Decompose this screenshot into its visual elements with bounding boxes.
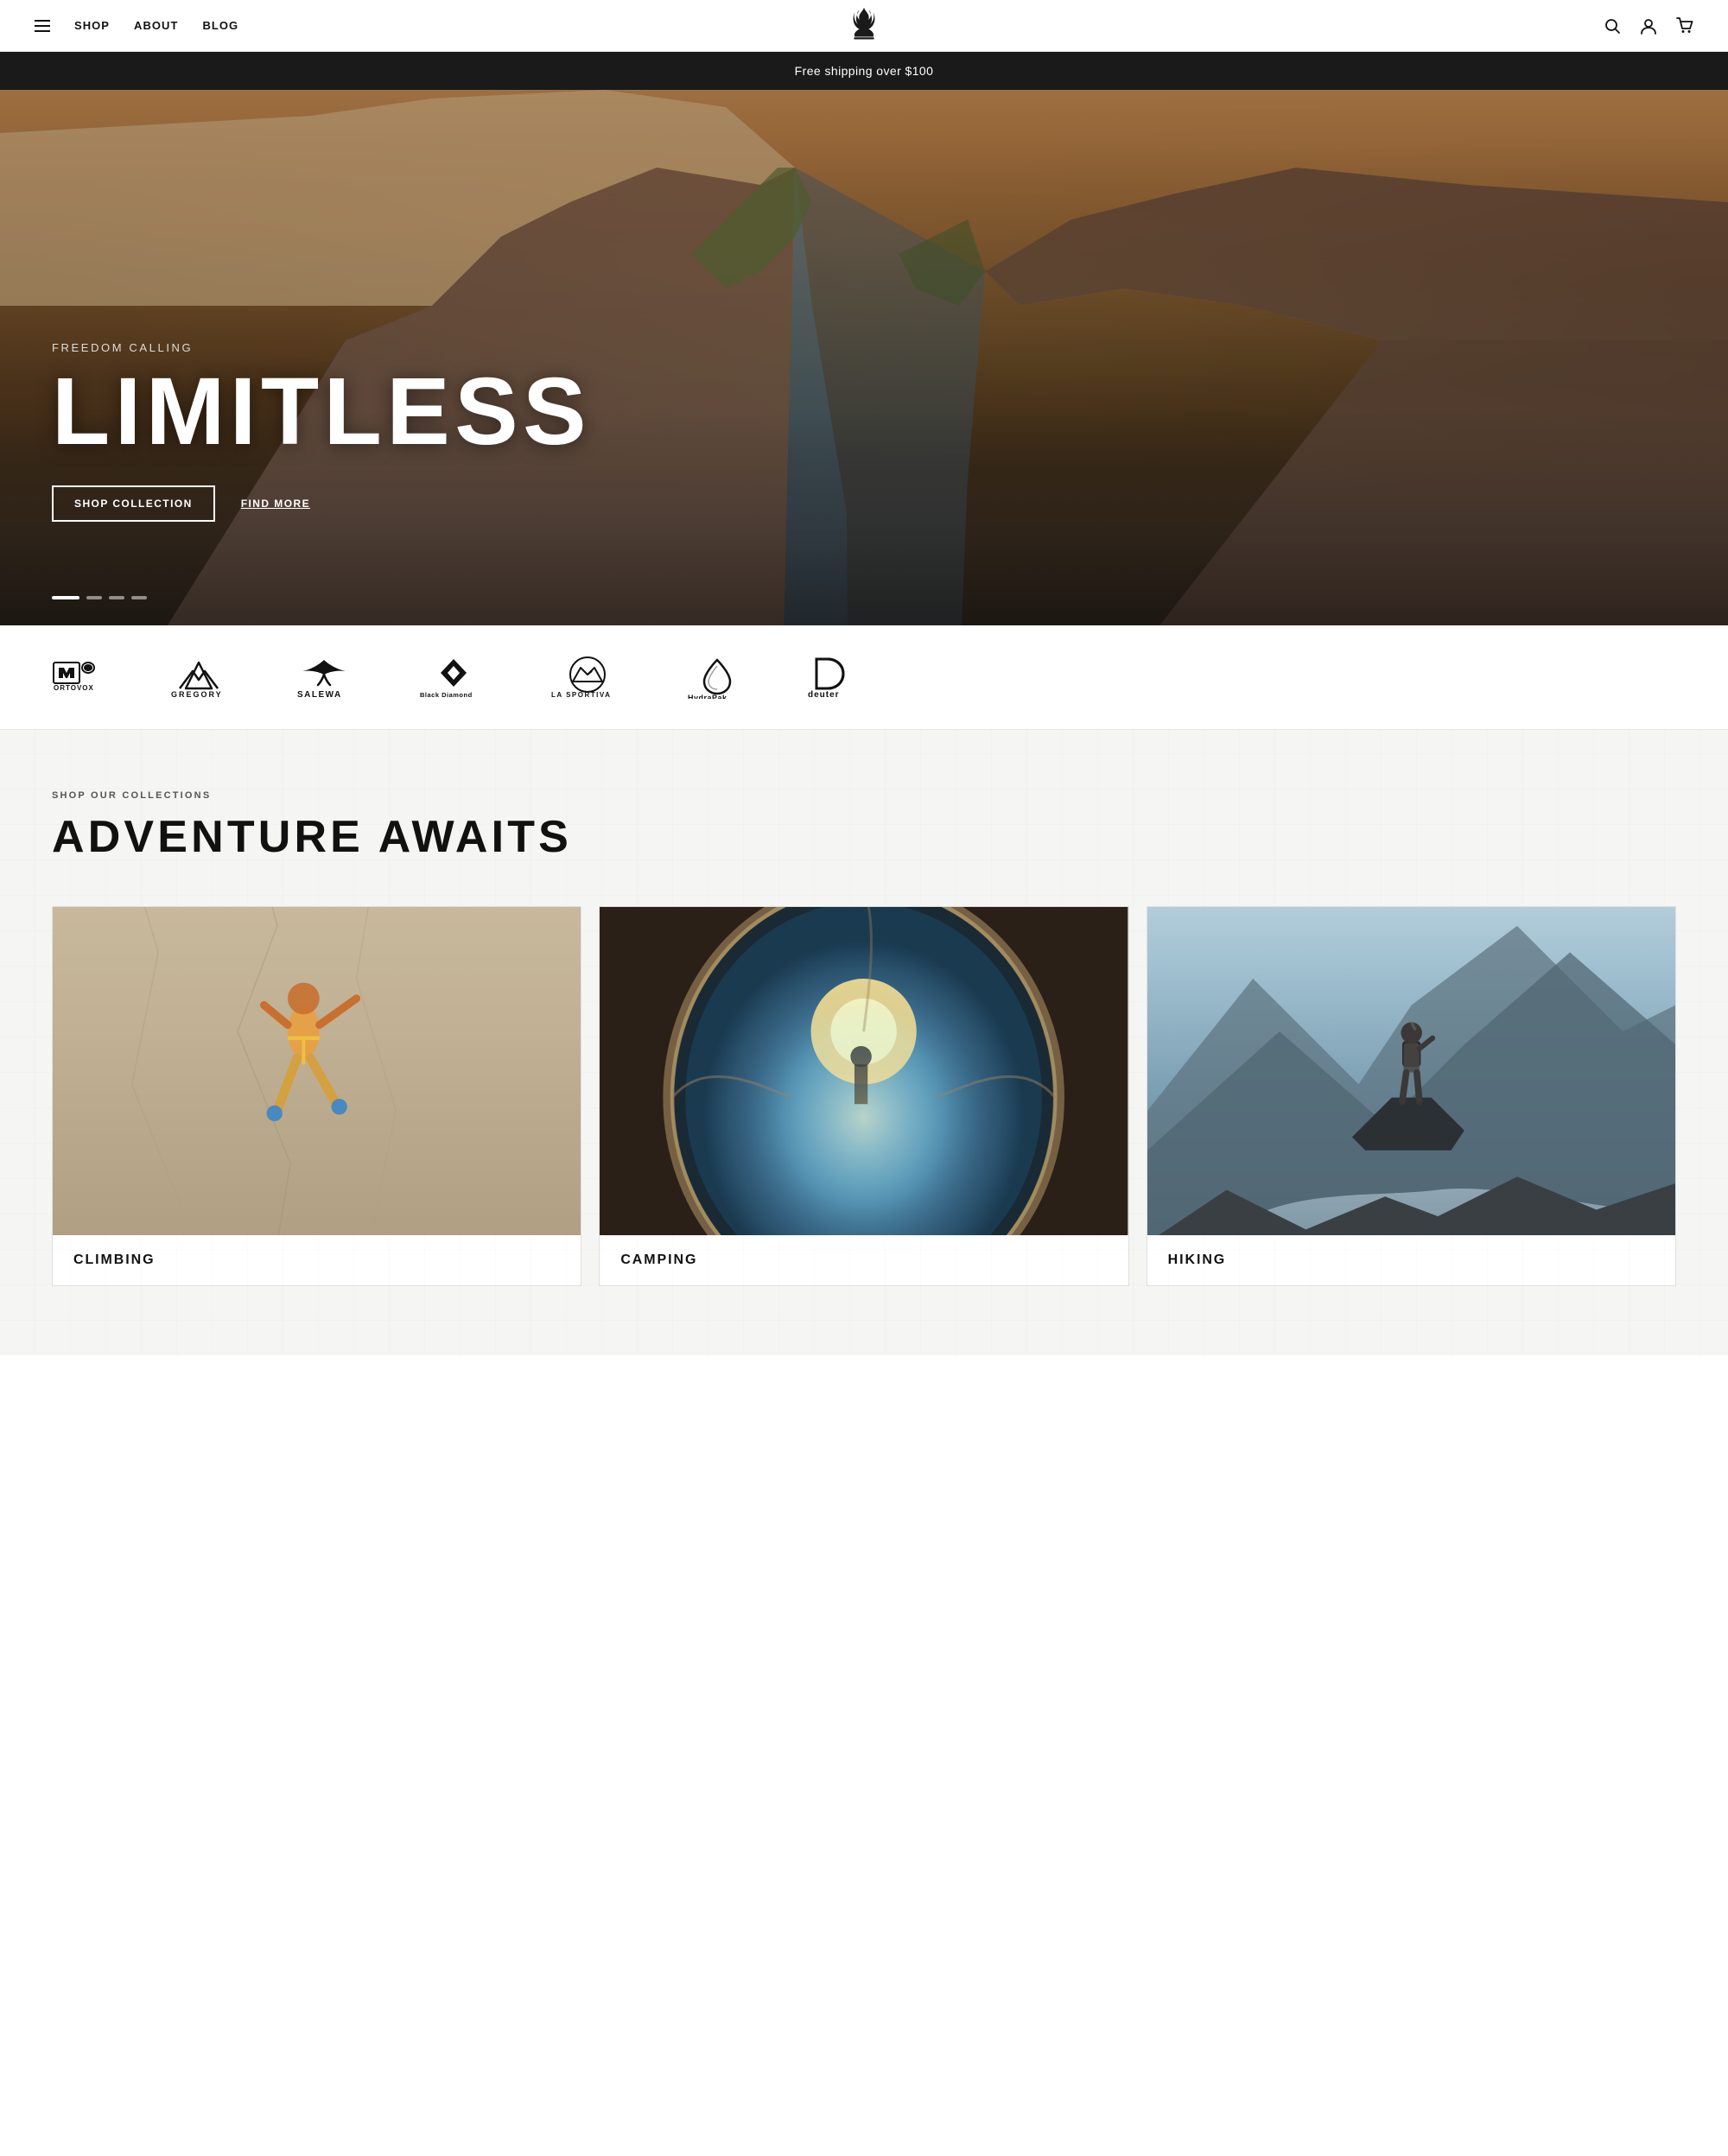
collections-label: SHOP OUR COLLECTIONS <box>52 790 1676 801</box>
brands-section: ORTOVOX GREGORY <box>0 625 1728 730</box>
svg-text:Black Diamond: Black Diamond <box>420 691 473 699</box>
search-icon[interactable] <box>1604 17 1621 35</box>
collection-hiking[interactable]: HIKING <box>1147 906 1676 1286</box>
dot-3[interactable] <box>109 596 124 599</box>
collection-name-hiking: HIKING <box>1168 1252 1227 1267</box>
navigation: SHOP ABOUT BLOG <box>0 0 1728 52</box>
shop-collection-button[interactable]: SHOP COLLECTION <box>52 485 215 522</box>
brand-blackdiamond[interactable]: Black Diamond <box>415 660 492 694</box>
brand-deuter[interactable]: deuter <box>804 660 864 694</box>
hero-section: FREEDOM CALLING LIMITLESS SHOP COLLECTIO… <box>0 90 1728 625</box>
cart-icon[interactable] <box>1676 17 1693 35</box>
promo-banner: Free shipping over $100 <box>0 52 1728 90</box>
svg-text:GREGORY: GREGORY <box>171 690 223 699</box>
hero-carousel-dots <box>52 596 147 599</box>
hero-title: LIMITLESS <box>52 365 591 460</box>
find-more-button[interactable]: FIND MORE <box>241 498 310 510</box>
nav-left: SHOP ABOUT BLOG <box>35 19 238 32</box>
collections-title: ADVENTURE AWAITS <box>52 811 1676 863</box>
hero-content: FREEDOM CALLING LIMITLESS SHOP COLLECTIO… <box>52 341 591 522</box>
brands-row: ORTOVOX GREGORY <box>52 660 1676 694</box>
brand-gregory[interactable]: GREGORY <box>164 660 233 694</box>
site-logo[interactable] <box>847 6 881 45</box>
svg-text:HydraPak: HydraPak <box>688 694 727 699</box>
collection-info-hiking: HIKING <box>1147 1235 1675 1285</box>
nav-right <box>1604 17 1693 35</box>
svg-text:deuter: deuter <box>808 690 840 699</box>
brand-hydrapak[interactable]: HydraPak <box>683 660 752 694</box>
collection-climbing[interactable]: CLIMBING <box>52 906 581 1286</box>
svg-text:LA SPORTIVA: LA SPORTIVA <box>551 691 611 699</box>
hamburger-menu[interactable] <box>35 20 50 32</box>
brand-ortovox[interactable]: ORTOVOX <box>52 660 112 694</box>
collections-section: SHOP OUR COLLECTIONS ADVENTURE AWAITS <box>0 730 1728 1355</box>
dot-1[interactable] <box>52 596 79 599</box>
nav-about[interactable]: ABOUT <box>134 19 178 32</box>
collection-camping[interactable]: CAMPING <box>599 906 1128 1286</box>
svg-text:SALEWA: SALEWA <box>297 690 342 699</box>
hero-buttons: SHOP COLLECTION FIND MORE <box>52 485 591 522</box>
collection-info-climbing: CLIMBING <box>53 1235 581 1285</box>
brand-salewa[interactable]: SALEWA <box>285 660 363 694</box>
dot-4[interactable] <box>131 596 147 599</box>
collections-grid: CLIMBING <box>52 906 1676 1286</box>
banner-text: Free shipping over $100 <box>795 64 934 78</box>
svg-text:ORTOVOX: ORTOVOX <box>54 684 94 692</box>
nav-shop[interactable]: SHOP <box>74 19 110 32</box>
collection-name-camping: CAMPING <box>620 1252 697 1267</box>
dot-2[interactable] <box>86 596 102 599</box>
hero-subtitle: FREEDOM CALLING <box>52 341 591 354</box>
collection-name-climbing: CLIMBING <box>73 1252 155 1267</box>
nav-blog[interactable]: BLOG <box>202 19 238 32</box>
account-icon[interactable] <box>1640 17 1657 35</box>
brand-lasportiva[interactable]: LA SPORTIVA <box>544 660 631 694</box>
collection-info-camping: CAMPING <box>600 1235 1128 1285</box>
